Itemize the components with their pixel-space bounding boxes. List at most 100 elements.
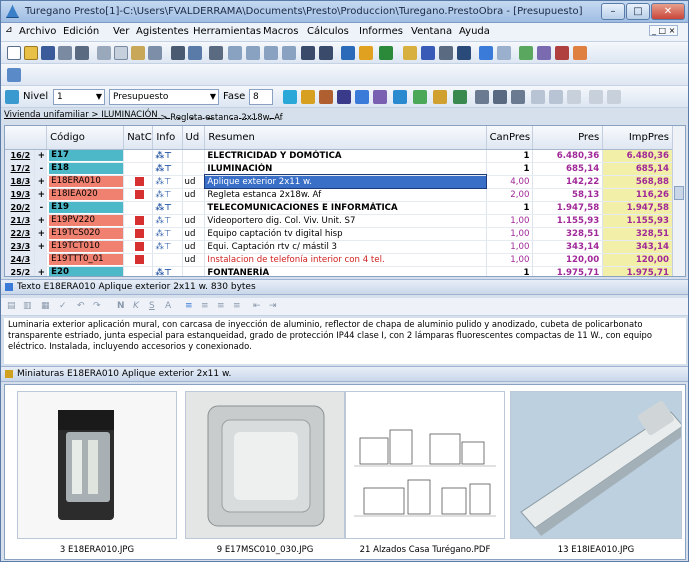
- settings-icon[interactable]: [497, 46, 511, 60]
- row-number[interactable]: 16/2: [5, 149, 35, 163]
- underline-icon[interactable]: S: [149, 301, 155, 311]
- code-cell[interactable]: E20: [46, 266, 125, 276]
- copy-icon[interactable]: [114, 46, 128, 60]
- menu-asistentes[interactable]: Agistentes: [136, 26, 189, 37]
- canpres-cell[interactable]: 1,00: [486, 214, 534, 228]
- previous-record-icon[interactable]: [246, 46, 260, 60]
- code-cell[interactable]: E18: [46, 162, 125, 176]
- canpres-cell[interactable]: 1: [486, 201, 534, 215]
- pres-cell[interactable]: 58,13: [532, 188, 604, 202]
- breadcrumb-regleta[interactable]: Regleta estanca 2x18w. Af: [170, 113, 283, 123]
- minimize-button[interactable]: –: [601, 3, 625, 20]
- summary-cell[interactable]: Instalacion de telefonía interior con 4 …: [204, 253, 487, 267]
- table-row[interactable]: 18/3 + E18ERA010 ⁂⊤ ud Aplique exterior 2x11 …: [5, 174, 673, 189]
- fase-select[interactable]: 8: [249, 89, 273, 105]
- row-number[interactable]: 18/3: [5, 175, 35, 189]
- table-row[interactable]: 24/3 E19TTT0_01 ud Instalacion de telefonía…: [5, 253, 673, 267]
- code-cell[interactable]: E19: [46, 201, 125, 215]
- pres-cell[interactable]: 1.155,93: [532, 214, 604, 228]
- imppres-cell[interactable]: 1.155,93: [602, 214, 673, 228]
- align-right-icon[interactable]: ≡: [217, 301, 225, 311]
- thumbnail-interruptor[interactable]: [185, 391, 345, 539]
- imppres-cell[interactable]: 685,14: [602, 162, 673, 176]
- font-color-icon[interactable]: A: [165, 301, 171, 311]
- unit-cell[interactable]: ud: [182, 240, 206, 254]
- row-number[interactable]: 22/3: [5, 227, 35, 241]
- menu-ayuda[interactable]: Ayuda: [459, 26, 490, 37]
- info-cell[interactable]: ⁂⊤: [152, 175, 183, 189]
- close-button[interactable]: ✕: [651, 3, 685, 20]
- filter-off-icon[interactable]: [549, 90, 563, 104]
- canpres-cell[interactable]: 1: [486, 162, 534, 176]
- row-number[interactable]: 24/3: [5, 253, 35, 267]
- next-record-icon[interactable]: [264, 46, 278, 60]
- nature-cell[interactable]: [123, 266, 154, 276]
- menu-ver[interactable]: Ver: [113, 26, 129, 37]
- row-expander[interactable]: +: [34, 240, 48, 254]
- header-resumen[interactable]: Resumen: [204, 126, 487, 150]
- menu-edicion[interactable]: Edición: [63, 26, 99, 37]
- nature-cell[interactable]: [123, 201, 154, 215]
- lightning-icon[interactable]: [359, 46, 373, 60]
- row-expander[interactable]: +: [34, 175, 48, 189]
- unit-cell[interactable]: [182, 266, 206, 276]
- summary-cell[interactable]: Aplique exterior 2x11 w.: [203, 174, 488, 189]
- breadcrumb-vivienda[interactable]: Vivienda unifamiliar: [4, 110, 89, 120]
- first-record-icon[interactable]: [228, 46, 242, 60]
- canpres-cell[interactable]: 1: [486, 149, 534, 163]
- info-cell[interactable]: ⁂⊤: [152, 266, 183, 276]
- pres-cell[interactable]: 343,14: [532, 240, 604, 254]
- query-icon[interactable]: [421, 46, 435, 60]
- unit-cell[interactable]: ud: [182, 175, 206, 189]
- menu-ventana[interactable]: Ventana: [411, 26, 452, 37]
- info-cell[interactable]: ⁂⊤: [152, 214, 183, 228]
- code-cell[interactable]: E19PV220: [46, 214, 125, 228]
- pres-cell[interactable]: 142,22: [532, 175, 604, 189]
- format-undo-icon[interactable]: ↶: [77, 301, 85, 311]
- export-icon[interactable]: [573, 46, 587, 60]
- imppres-cell[interactable]: 568,88: [602, 175, 673, 189]
- save-icon[interactable]: [41, 46, 55, 60]
- align-left-icon[interactable]: ≡: [185, 301, 193, 311]
- thumbnail-alzados[interactable]: [345, 391, 505, 539]
- row-number[interactable]: 17/2: [5, 162, 35, 176]
- mdi-window-controls[interactable]: _ □ ×: [649, 25, 679, 36]
- row-expander[interactable]: +: [34, 214, 48, 228]
- menu-informes[interactable]: Informes: [359, 26, 403, 37]
- canpres-cell[interactable]: 1: [486, 266, 534, 276]
- imppres-cell[interactable]: 120,00: [602, 253, 673, 267]
- nature-cell[interactable]: [123, 214, 154, 228]
- scrollbar-thumb[interactable]: [674, 186, 684, 200]
- nature-cell[interactable]: [123, 162, 154, 176]
- pres-cell[interactable]: 1.947,58: [532, 201, 604, 215]
- columns-icon[interactable]: [373, 90, 387, 104]
- table-icon[interactable]: [511, 90, 525, 104]
- print-preview-icon[interactable]: [475, 90, 489, 104]
- pres-cell[interactable]: 6.480,36: [532, 149, 604, 163]
- code-cell[interactable]: E19TCS020: [46, 227, 125, 241]
- unit-cell[interactable]: ud: [182, 253, 206, 267]
- measure-icon[interactable]: [337, 90, 351, 104]
- last-record-icon[interactable]: [282, 46, 296, 60]
- new-document-icon[interactable]: [7, 46, 21, 60]
- excel-icon[interactable]: [453, 90, 467, 104]
- code-cell[interactable]: E19TCT010: [46, 240, 125, 254]
- outdent-icon[interactable]: ⇤: [253, 301, 261, 311]
- code-cell[interactable]: E18ERA010: [46, 175, 125, 189]
- header-ud[interactable]: Ud: [182, 126, 206, 150]
- phase-icon[interactable]: [537, 46, 551, 60]
- level-icon[interactable]: [7, 68, 21, 82]
- formula-icon[interactable]: [379, 46, 393, 60]
- pres-cell[interactable]: 120,00: [532, 253, 604, 267]
- funnel-icon[interactable]: [531, 90, 545, 104]
- canpres-cell[interactable]: 1,00: [486, 227, 534, 241]
- row-expander[interactable]: -: [34, 162, 48, 176]
- row-number[interactable]: 25/2: [5, 266, 35, 276]
- table-row[interactable]: 20/2- E19 ⁂⊤ TELECOMUNICACIONES E INFORMÁTI…: [5, 201, 673, 215]
- header-canpres[interactable]: CanPres: [486, 126, 534, 150]
- grid-vertical-scrollbar[interactable]: [672, 126, 685, 276]
- summary-cell[interactable]: ILUMINACIÓN: [204, 162, 487, 176]
- row-expander[interactable]: +: [34, 149, 48, 163]
- table-row[interactable]: 19/3 + E18IEA020 ⁂⊤ ud Regleta estanca 2x18w.…: [5, 188, 673, 202]
- header-natc[interactable]: NatC: [123, 126, 154, 150]
